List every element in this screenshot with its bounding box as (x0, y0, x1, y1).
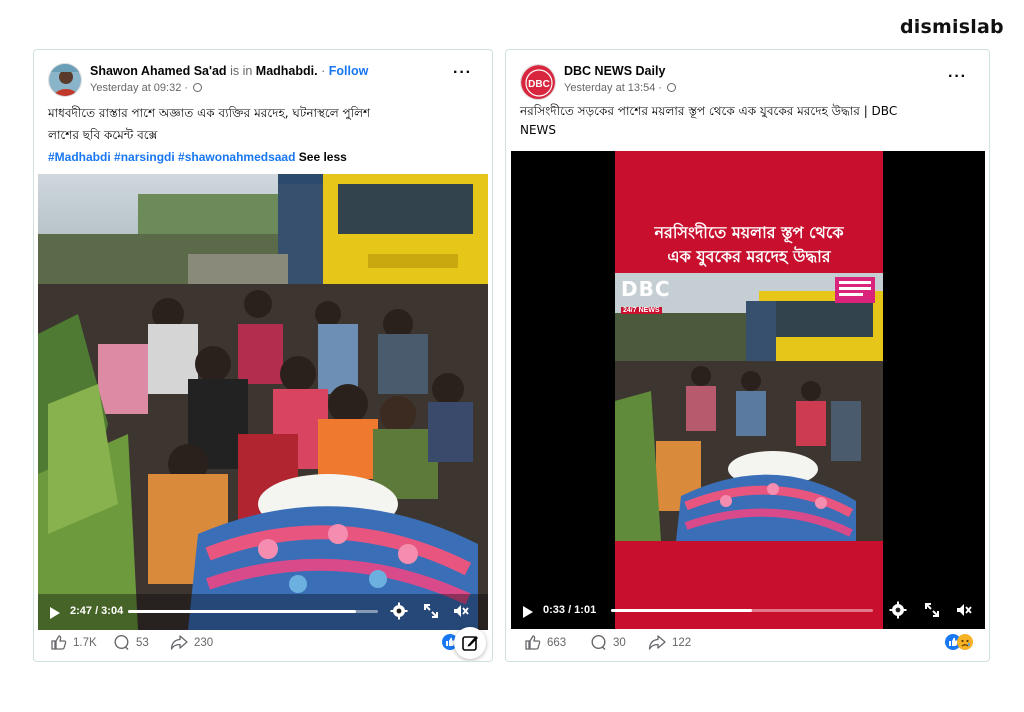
dismislab-logo: dismislab (900, 16, 1004, 38)
share-count: 122 (672, 636, 692, 649)
share-count: 230 (194, 636, 214, 649)
video-scrubber[interactable] (611, 609, 873, 612)
play-icon[interactable] (50, 607, 60, 619)
comment-icon (591, 634, 606, 650)
video-scrubber[interactable] (128, 610, 378, 613)
caption-line-1: মাধবদীতে রাস্তার পাশে অজ্ঞাত এক ব্যক্তির… (48, 106, 371, 120)
video-headline-overlay: নরসিংদীতে ময়লার স্তূপ থেকে এক যুবকের মর… (615, 221, 883, 269)
like-count: 663 (547, 636, 567, 649)
video-progress-fill (611, 609, 753, 612)
headline-line-2: এক যুবকের মরদেহ উদ্ধার (667, 247, 831, 266)
avatar[interactable] (48, 63, 82, 97)
logo-sub-text: 24/7 NEWS (621, 307, 662, 314)
mute-icon[interactable] (452, 602, 470, 620)
post-timestamp[interactable]: Yesterday at 09:32 · (90, 82, 203, 94)
hashtag-link[interactable]: #shawonahmedsaad (178, 150, 295, 164)
caption-line-2: লাশের ছবি কমেন্ট বক্সে (48, 128, 158, 142)
author-line: DBC NEWS Daily (564, 64, 665, 78)
timestamp-text: Yesterday at 13:54 · (564, 82, 663, 94)
settings-gear-icon[interactable] (390, 602, 408, 620)
location-link[interactable]: Madhabdi. (256, 64, 318, 78)
hashtag-line: #Madhabdi #narsingdi #shawonahmedsaad Se… (48, 150, 347, 164)
author-name[interactable]: DBC NEWS Daily (564, 64, 665, 78)
sad-icon (957, 634, 973, 650)
share-action[interactable]: 122 (648, 634, 691, 651)
video-time: 0:33 / 1:01 (543, 604, 597, 616)
fullscreen-icon[interactable] (422, 602, 440, 620)
post-caption: নরসিংদীতে সড়কের পাশের ময়লার স্তূপ থেকে… (520, 102, 980, 140)
globe-icon (193, 83, 203, 92)
post-header: Shawon Ahamed Sa'ad is in Madhabdi. · Fo… (34, 50, 492, 97)
logo-main-text: DBC (621, 277, 671, 301)
fullscreen-icon[interactable] (923, 601, 941, 619)
video-time: 2:47 / 3:04 (70, 605, 124, 617)
facebook-post-shawon: Shawon Ahamed Sa'ad is in Madhabdi. · Fo… (33, 49, 493, 662)
like-count: 1.7K (73, 636, 97, 649)
post-timestamp[interactable]: Yesterday at 13:54 · (564, 82, 677, 94)
like-icon (51, 635, 67, 650)
compose-button[interactable] (454, 627, 486, 659)
globe-icon (667, 83, 677, 92)
like-icon (525, 635, 541, 650)
share-icon (648, 635, 666, 650)
headline-line-1: নরসিংদীতে ময়লার স্তূপ থেকে (654, 223, 844, 242)
comment-count: 30 (613, 636, 626, 649)
like-action[interactable]: 1.7K (50, 634, 97, 651)
post-footer: 663 30 122 (506, 623, 989, 661)
video-player[interactable]: নরসিংদীতে ময়লার স্তূপ থেকে এক যুবকের মর… (511, 151, 985, 629)
avatar[interactable]: DBC (520, 64, 556, 100)
more-options-icon[interactable]: ··· (453, 65, 472, 81)
hashtag-link[interactable]: #Madhabdi (48, 150, 111, 164)
timestamp-text: Yesterday at 09:32 · (90, 82, 189, 94)
caption-line-2: NEWS (520, 123, 557, 137)
like-action[interactable]: 663 (524, 634, 566, 651)
comment-icon (114, 634, 129, 650)
dbc-news-logo: DBC 24/7 NEWS (621, 279, 671, 317)
share-action[interactable]: 230 (170, 634, 213, 651)
see-less-link[interactable]: See less (299, 150, 347, 164)
author-line: Shawon Ahamed Sa'ad is in Madhabdi. · Fo… (90, 64, 368, 78)
video-frame (38, 174, 488, 630)
share-icon (170, 635, 188, 650)
settings-gear-icon[interactable] (889, 601, 907, 619)
video-progress-fill (128, 610, 356, 613)
comment-action[interactable]: 53 (113, 634, 149, 651)
comment-count: 53 (136, 636, 149, 649)
hashtag-link[interactable]: #narsingdi (114, 150, 175, 164)
mute-icon[interactable] (955, 601, 973, 619)
avatar-text: DBC (528, 79, 550, 90)
video-player[interactable]: 2:47 / 3:04 (38, 174, 488, 630)
post-caption: মাধবদীতে রাস্তার পাশে অজ্ঞাত এক ব্যক্তির… (48, 102, 488, 146)
follow-button[interactable]: Follow (329, 64, 369, 78)
comment-action[interactable]: 30 (590, 634, 626, 651)
is-in-text: is in (230, 64, 253, 78)
post-footer: 1.7K 53 230 (34, 623, 492, 661)
edit-pencil-icon (462, 636, 478, 651)
facebook-post-dbc-news: DBC DBC NEWS Daily Yesterday at 13:54 · … (505, 49, 990, 662)
separator: · (321, 64, 326, 78)
caption-line-1: নরসিংদীতে সড়কের পাশের ময়লার স্তূপ থেকে… (520, 104, 898, 118)
reaction-summary[interactable] (945, 634, 973, 650)
post-header: DBC DBC NEWS Daily Yesterday at 13:54 · … (506, 50, 989, 100)
more-options-icon[interactable]: ··· (948, 69, 967, 85)
author-name[interactable]: Shawon Ahamed Sa'ad (90, 64, 227, 78)
play-icon[interactable] (523, 606, 533, 618)
